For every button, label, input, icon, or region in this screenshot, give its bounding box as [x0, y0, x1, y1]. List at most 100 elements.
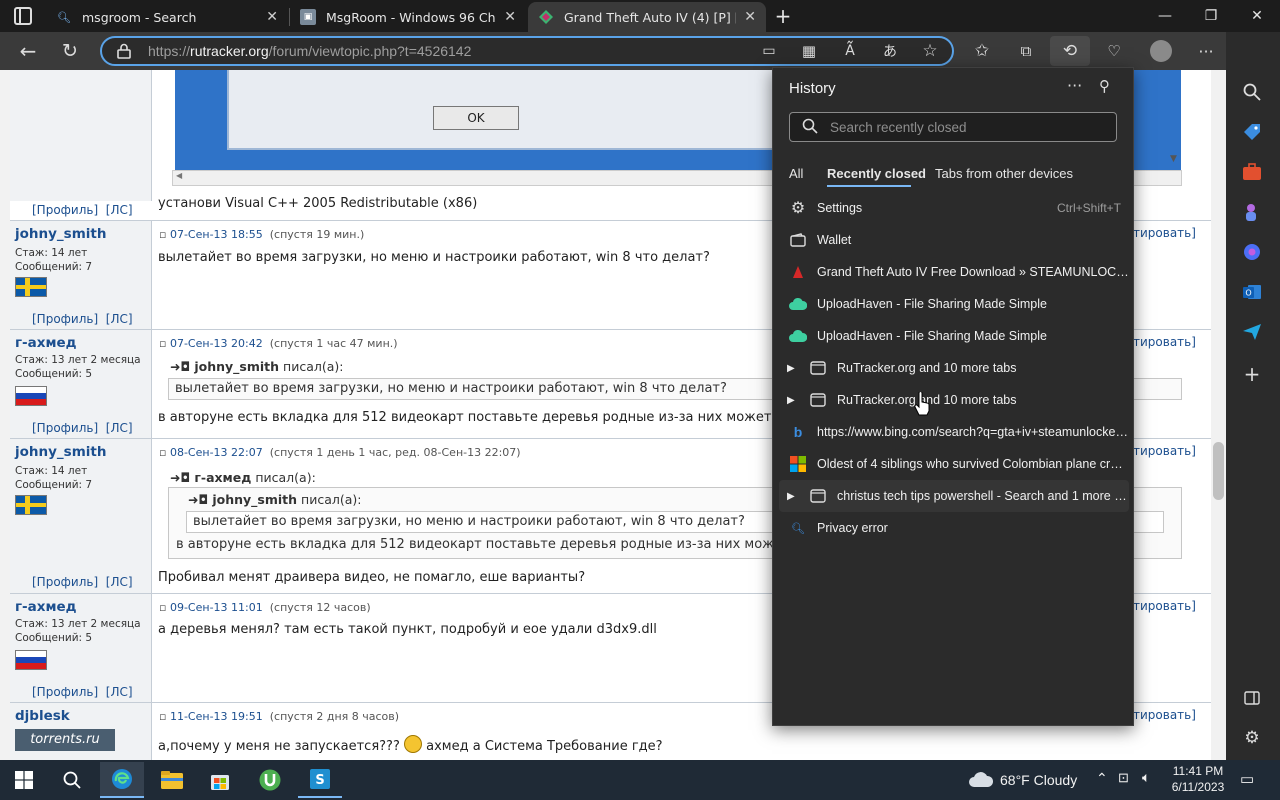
profile-link[interactable]: [Профиль] [ЛС]: [32, 685, 133, 699]
history-item-settings[interactable]: ⚙ Settings Ctrl+Shift+T: [779, 192, 1129, 224]
username[interactable]: г-ахмед: [15, 335, 77, 351]
expand-caret-icon[interactable]: ▶: [787, 491, 801, 502]
tab-gta-rutracker[interactable]: Grand Theft Auto IV (4) [P] [RUS] ✕: [528, 2, 766, 32]
send-icon[interactable]: [1240, 320, 1264, 344]
history-group-rutracker[interactable]: ▶ RuTracker.org and 10 more tabs: [779, 384, 1129, 416]
volume-icon[interactable]: 🔈︎: [1142, 769, 1150, 786]
taskbar-edge-icon[interactable]: [100, 762, 144, 798]
read-aloud-icon[interactable]: A᷉: [838, 40, 862, 62]
new-tab-button[interactable]: +: [772, 4, 794, 28]
inner-quote-header: ➜◘ johny_smith писал(а):: [188, 492, 362, 507]
tab-recently-closed[interactable]: Recently closed: [827, 166, 926, 181]
history-search-box[interactable]: [789, 112, 1117, 142]
post-icon: ▫: [159, 601, 167, 614]
app-available-icon[interactable]: ▭: [757, 40, 781, 62]
more-menu-icon[interactable]: ···: [1194, 40, 1218, 62]
taskbar-app-icon[interactable]: S: [298, 762, 342, 798]
username[interactable]: г-ахмед: [15, 599, 77, 615]
hand-cursor-icon: [914, 391, 930, 416]
history-item-privacy-error[interactable]: 🔍︎ Privacy error: [779, 512, 1129, 544]
close-window-button[interactable]: ✕: [1234, 0, 1280, 32]
clock-date: 6/11/2023: [1171, 780, 1225, 794]
translate-icon[interactable]: あ: [878, 40, 902, 62]
profile-link[interactable]: [Профиль] [ЛС]: [32, 312, 133, 326]
edit-link[interactable]: тировать]: [1133, 226, 1196, 240]
profile-link[interactable]: [Профиль] [ЛС]: [32, 421, 133, 435]
cloud-icon: [789, 295, 807, 313]
tools-briefcase-icon[interactable]: [1240, 160, 1264, 184]
taskbar-utorrent-icon[interactable]: [248, 762, 292, 798]
back-icon[interactable]: ←: [16, 39, 40, 63]
favorite-star-icon[interactable]: ☆: [918, 40, 942, 62]
add-sidebar-app-icon[interactable]: +: [1240, 362, 1264, 386]
history-item-uploadhaven[interactable]: UploadHaven - File Sharing Made Simple: [779, 320, 1129, 352]
show-hidden-icons-icon[interactable]: ⌃: [1096, 770, 1108, 787]
edit-link[interactable]: тировать]: [1133, 335, 1196, 349]
gear-icon: ⚙: [790, 200, 806, 217]
dialog-ok-button: OK: [433, 106, 519, 130]
history-item-wallet[interactable]: Wallet: [779, 224, 1129, 256]
profile-avatar[interactable]: [1150, 40, 1172, 62]
lock-icon[interactable]: [117, 43, 131, 59]
history-group-rutracker[interactable]: ▶ RuTracker.org and 10 more tabs: [779, 352, 1129, 384]
shopping-tag-icon[interactable]: [1240, 120, 1264, 144]
history-search-input[interactable]: [830, 117, 1110, 137]
microsoft-365-icon[interactable]: [1240, 240, 1264, 264]
profile-link[interactable]: [Профиль] [ЛС]: [32, 575, 133, 589]
weather-text[interactable]: 68°F Cloudy: [1000, 772, 1077, 788]
error-dialog: OK: [227, 70, 787, 150]
sidebar-settings-icon[interactable]: ⚙: [1240, 726, 1264, 750]
refresh-icon[interactable]: ↻: [58, 40, 82, 62]
expand-caret-icon[interactable]: ▶: [787, 395, 801, 406]
username[interactable]: johny_smith: [15, 226, 106, 242]
close-tab-icon[interactable]: ✕: [266, 9, 278, 25]
clock[interactable]: 11:41 PM 6/11/2023: [1170, 764, 1226, 794]
network-icon[interactable]: ⊡: [1118, 770, 1129, 786]
weather-cloud-icon[interactable]: [968, 770, 994, 792]
tab-msgroom-chat[interactable]: ▣ MsgRoom - Windows 96 Chat ✕: [290, 2, 526, 32]
tab-title: Grand Theft Auto IV (4) [P] [RUS]: [564, 9, 736, 25]
taskbar-search-icon[interactable]: [50, 762, 94, 798]
notifications-icon[interactable]: ▭: [1240, 770, 1254, 788]
extensions-grid-icon[interactable]: ▦: [797, 40, 821, 62]
sidebar-search-icon[interactable]: [1240, 80, 1264, 104]
history-group-powershell[interactable]: ▶ christus tech tips powershell - Search…: [779, 480, 1129, 512]
history-icon[interactable]: ⟲: [1058, 40, 1082, 62]
close-tab-icon[interactable]: ✕: [504, 9, 516, 25]
page-scrollbar-thumb[interactable]: [1213, 442, 1224, 500]
taskbar-store-icon[interactable]: [198, 762, 242, 798]
start-button[interactable]: [2, 762, 46, 798]
minimize-button[interactable]: —: [1142, 0, 1188, 32]
performance-icon[interactable]: ♡: [1102, 40, 1126, 62]
history-item-steamunlocked[interactable]: Grand Theft Auto IV Free Download » STEA…: [779, 256, 1129, 288]
tab-actions-icon[interactable]: [14, 7, 32, 25]
username[interactable]: johny_smith: [15, 444, 106, 460]
post-header: ▫ 07-Сен-13 18:55 (спустя 19 мин.): [159, 228, 365, 241]
edit-link[interactable]: тировать]: [1133, 599, 1196, 613]
restore-button[interactable]: ❐: [1188, 0, 1234, 32]
outlook-icon[interactable]: O: [1240, 280, 1264, 304]
taskbar-file-explorer-icon[interactable]: [150, 762, 194, 798]
edit-link[interactable]: тировать]: [1133, 444, 1196, 458]
profile-link[interactable]: [Профиль] [ЛС]: [32, 203, 133, 217]
games-icon[interactable]: [1240, 200, 1264, 224]
edit-link[interactable]: тировать]: [1133, 708, 1196, 722]
favorites-icon[interactable]: ✩: [970, 40, 994, 62]
expand-caret-icon[interactable]: ▶: [787, 363, 801, 374]
hide-sidebar-icon[interactable]: [1240, 686, 1264, 710]
pin-icon[interactable]: ⚲: [1099, 77, 1117, 95]
tab-all[interactable]: All: [789, 166, 803, 181]
svg-text:O: O: [1245, 289, 1251, 298]
more-options-icon[interactable]: ···: [1067, 76, 1087, 96]
tab-other-devices[interactable]: Tabs from other devices: [935, 166, 1073, 181]
tab-strip: 🔍︎ msgroom - Search ✕ ▣ MsgRoom - Window…: [0, 0, 1280, 32]
collections-icon[interactable]: ⧉: [1014, 40, 1038, 62]
page-scrollbar[interactable]: [1211, 70, 1226, 760]
username[interactable]: djblesk: [15, 708, 70, 724]
close-tab-icon[interactable]: ✕: [744, 9, 756, 25]
tab-msgroom-search[interactable]: 🔍︎ msgroom - Search ✕: [46, 2, 288, 32]
history-item-news[interactable]: Oldest of 4 siblings who survived Colomb…: [779, 448, 1129, 480]
url-text[interactable]: https://rutracker.org/forum/viewtopic.ph…: [148, 43, 471, 59]
history-item-bing-search[interactable]: b https://www.bing.com/search?q=gta+iv+s…: [779, 416, 1129, 448]
history-item-uploadhaven[interactable]: UploadHaven - File Sharing Made Simple: [779, 288, 1129, 320]
